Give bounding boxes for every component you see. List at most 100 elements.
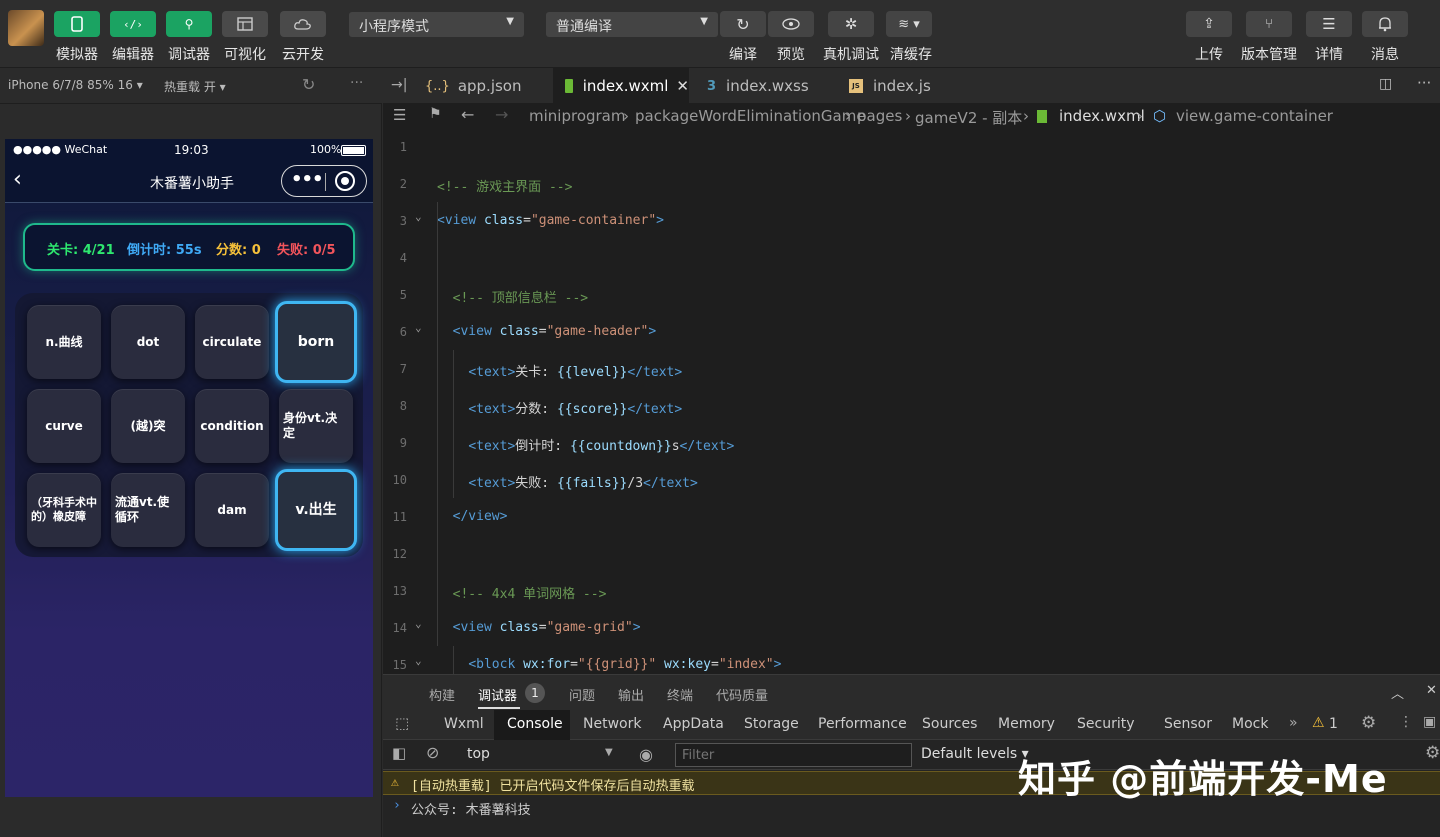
code-line[interactable]: 2 <!-- 游戏主界面 --> <box>383 167 1440 204</box>
devtools-tab-appdata[interactable]: AppData <box>663 716 724 732</box>
code-line[interactable]: 8 <text>分数: {{score}}</text> <box>383 389 1440 426</box>
close-icon[interactable]: ✕ <box>676 77 689 95</box>
panel-tab-problems[interactable]: 问题 <box>569 685 595 704</box>
more-icon[interactable]: ··· <box>1417 74 1431 92</box>
word-card[interactable]: 流通vt.使循环 <box>111 473 185 547</box>
breadcrumb-item[interactable]: pages <box>857 107 902 125</box>
fold-chevron-icon[interactable]: ⌄ <box>415 617 422 630</box>
fold-chevron-icon[interactable]: ⌄ <box>415 654 422 667</box>
fold-chevron-icon[interactable]: ⌄ <box>415 321 422 334</box>
tab-index-wxss[interactable]: 3 index.wxss <box>693 68 833 104</box>
breadcrumb-item[interactable]: packageWordEliminationGame <box>635 107 866 125</box>
sidebar-panel-icon[interactable]: ◧ <box>392 744 406 762</box>
code-line[interactable]: 14 ⌄ <view class="game-grid"> <box>383 611 1440 648</box>
devtools-tab-network[interactable]: Network <box>583 716 641 732</box>
code-line[interactable]: 1 <box>383 130 1440 167</box>
code-line[interactable]: 3 ⌄ <view class="game-container"> <box>383 204 1440 241</box>
code-line[interactable]: 7 <text>关卡: {{level}}</text> <box>383 352 1440 389</box>
panel-tab-output[interactable]: 输出 <box>618 685 644 704</box>
back-icon[interactable]: ‹ <box>13 167 22 192</box>
panel-tab-terminal[interactable]: 终端 <box>667 685 693 704</box>
mode-select[interactable]: 小程序模式 ▼ <box>349 12 524 37</box>
more-icon[interactable]: ··· <box>350 75 363 91</box>
word-card[interactable]: circulate <box>195 305 269 379</box>
devtools-tab-wxml[interactable]: Wxml <box>444 716 484 732</box>
eye-icon[interactable]: ◉ <box>639 745 653 764</box>
visual-toggle-button[interactable] <box>222 11 268 37</box>
compile-select[interactable]: 普通编译 ▼ <box>546 12 718 37</box>
version-button[interactable]: ⑂ <box>1246 11 1292 37</box>
code-line[interactable]: 9 <text>倒计时: {{countdown}}s</text> <box>383 426 1440 463</box>
chevron-up-icon[interactable]: ︿ <box>1391 683 1404 702</box>
clear-console-icon[interactable]: ⊘ <box>426 743 439 762</box>
panel-tab-code-quality[interactable]: 代码质量 <box>716 685 768 704</box>
kebab-menu-icon[interactable]: ⋮ <box>1399 714 1413 730</box>
warning-count[interactable]: 1 <box>1329 716 1338 732</box>
context-select[interactable]: top <box>467 746 490 762</box>
sidebar-toggle-icon[interactable]: →| <box>391 77 407 93</box>
upload-button[interactable]: ⇪ <box>1186 11 1232 37</box>
tab-index-js[interactable]: JS index.js <box>839 68 949 104</box>
devtools-tab-console[interactable]: Console <box>507 716 563 732</box>
split-editor-icon[interactable]: ◫ <box>1379 76 1392 92</box>
cloud-dev-button[interactable] <box>280 11 326 37</box>
word-card[interactable]: curve <box>27 389 101 463</box>
simulator-toggle-button[interactable] <box>54 11 100 37</box>
remote-debug-button[interactable]: ✲ <box>828 11 874 37</box>
devtools-tab-mock[interactable]: Mock <box>1232 716 1268 732</box>
more-dots-icon[interactable]: ••• <box>291 169 324 190</box>
device-select[interactable]: iPhone 6/7/8 85% 16 ▾ <box>8 78 143 92</box>
word-card[interactable]: dam <box>195 473 269 547</box>
fold-chevron-icon[interactable]: ⌄ <box>415 210 422 223</box>
devtools-tab-performance[interactable]: Performance <box>818 716 907 732</box>
gear-icon[interactable]: ⚙ <box>1361 713 1376 733</box>
word-card[interactable]: （牙科手术中的）橡皮障 <box>27 473 101 547</box>
preview-button[interactable] <box>768 11 814 37</box>
breadcrumb-item[interactable]: index.wxml <box>1059 107 1145 125</box>
filter-input[interactable] <box>675 743 912 767</box>
code-line[interactable]: 5 <!-- 顶部信息栏 --> <box>383 278 1440 315</box>
inspect-icon[interactable]: ⬚ <box>395 714 409 732</box>
log-levels-select[interactable]: Default levels ▾ <box>921 746 1029 762</box>
devtools-tab-sources[interactable]: Sources <box>922 716 977 732</box>
word-card[interactable]: (越)突 <box>111 389 185 463</box>
word-card-selected[interactable]: born <box>275 301 357 383</box>
bookmark-icon[interactable]: ⚑ <box>429 106 442 122</box>
breadcrumb-item[interactable]: view.game-container <box>1176 107 1333 125</box>
word-card[interactable]: n.曲线 <box>27 305 101 379</box>
messages-button[interactable] <box>1362 11 1408 37</box>
breadcrumb-item[interactable]: miniprogram <box>529 107 625 125</box>
close-icon[interactable]: ✕ <box>1426 683 1437 698</box>
word-card-selected[interactable]: v.出生 <box>275 469 357 551</box>
code-line[interactable]: 15 ⌄ <block wx:for="{{grid}}" wx:key="ind… <box>383 648 1440 674</box>
list-icon[interactable]: ☰ <box>393 106 406 124</box>
devtools-tab-memory[interactable]: Memory <box>998 716 1055 732</box>
word-card[interactable]: condition <box>195 389 269 463</box>
panel-tab-build[interactable]: 构建 <box>429 685 455 704</box>
user-avatar[interactable] <box>8 10 44 46</box>
word-card[interactable]: 身份vt.决定 <box>279 389 353 463</box>
breadcrumb-item[interactable]: gameV2 - 副本 <box>915 107 1022 128</box>
editor-toggle-button[interactable]: ‹/› <box>110 11 156 37</box>
more-tabs-icon[interactable]: » <box>1289 715 1298 731</box>
tab-app-json[interactable]: {..} app.json <box>417 68 547 104</box>
close-miniprogram-icon[interactable] <box>335 171 355 191</box>
clear-cache-button[interactable]: ≋ ▾ <box>886 11 932 37</box>
forward-arrow-icon[interactable]: → <box>495 105 508 124</box>
debugger-toggle-button[interactable]: ⚲ <box>166 11 212 37</box>
code-line[interactable]: 10 <text>失败: {{fails}}/3</text> <box>383 463 1440 500</box>
details-button[interactable]: ☰ <box>1306 11 1352 37</box>
code-line[interactable]: 6 ⌄ <view class="game-header"> <box>383 315 1440 352</box>
code-line[interactable]: 13 <!-- 4x4 单词网格 --> <box>383 574 1440 611</box>
back-arrow-icon[interactable]: ← <box>461 105 474 124</box>
code-line[interactable]: 11 </view> <box>383 500 1440 537</box>
gear-icon[interactable]: ⚙ <box>1425 743 1440 763</box>
devtools-tab-sensor[interactable]: Sensor <box>1164 716 1212 732</box>
panel-tab-debugger[interactable]: 调试器 <box>478 685 517 704</box>
hot-reload-select[interactable]: 热重载 开 ▾ <box>164 78 226 95</box>
code-line[interactable]: 12 <box>383 537 1440 574</box>
tab-index-wxml[interactable]: index.wxml ✕ <box>553 68 689 104</box>
devtools-tab-storage[interactable]: Storage <box>744 716 799 732</box>
compile-button[interactable]: ↻ <box>720 11 766 37</box>
chevron-right-icon[interactable]: › <box>393 798 401 813</box>
